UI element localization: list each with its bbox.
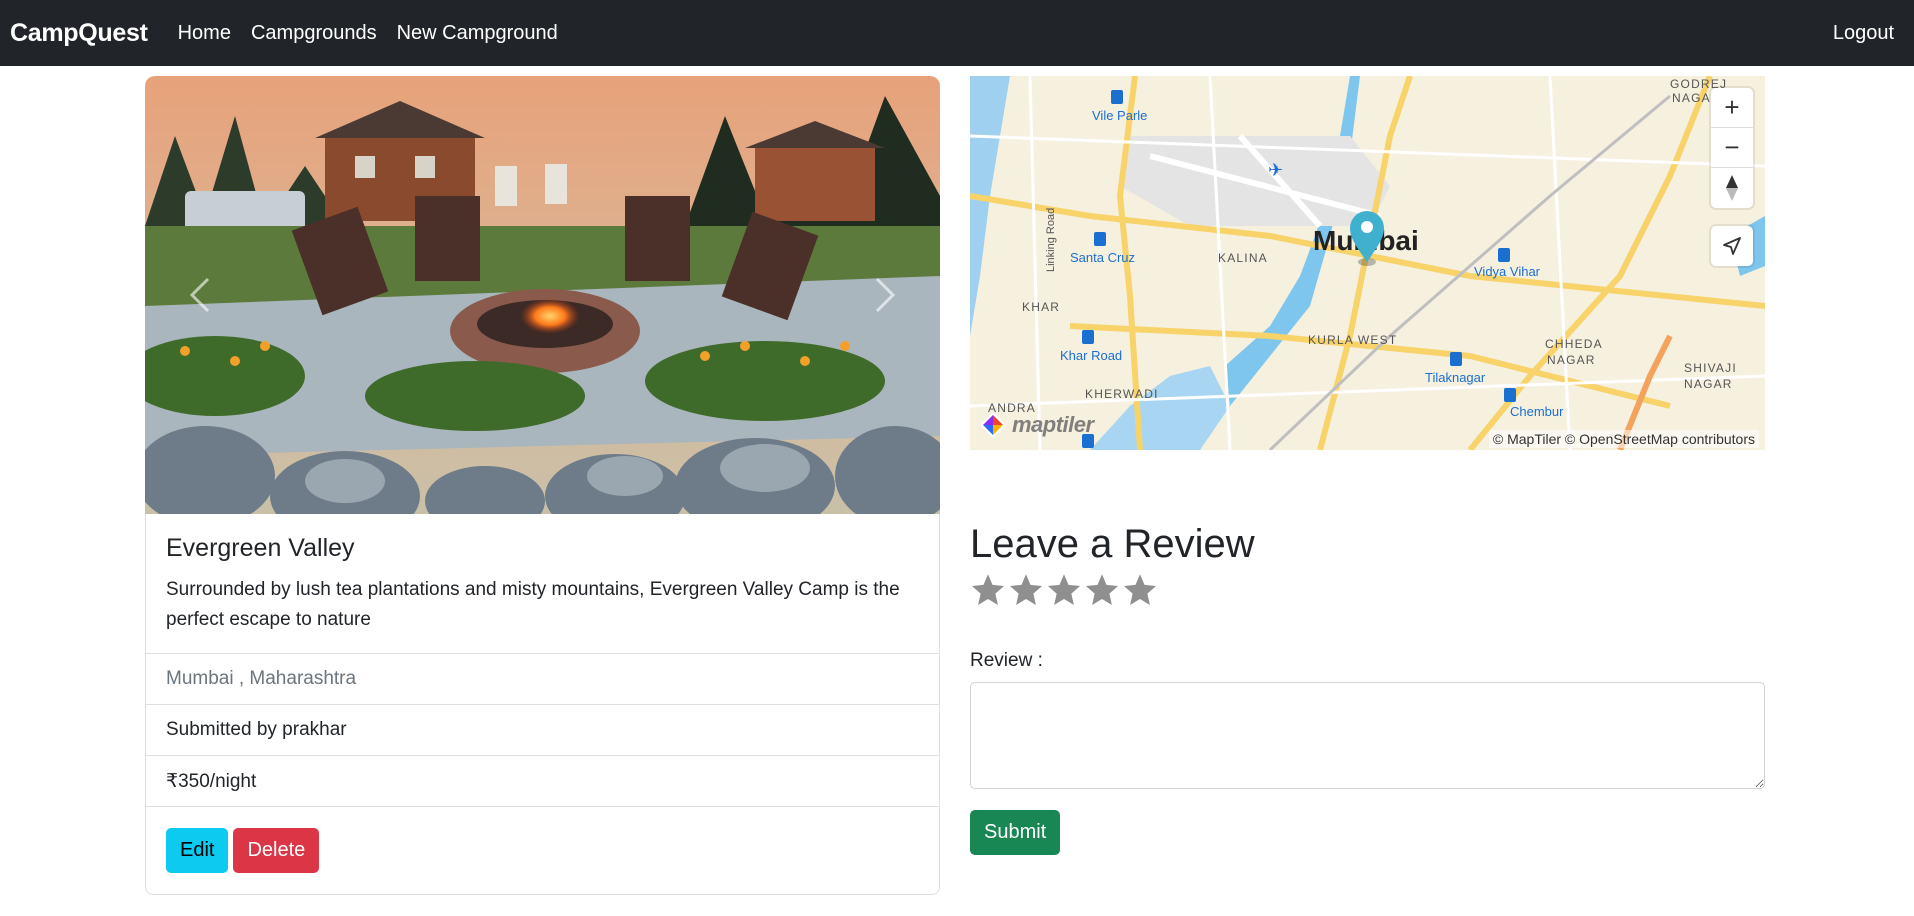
maptiler-logo[interactable]: maptiler [978,410,1094,440]
map-label-santa-cruz: Santa Cruz [1070,250,1135,265]
map-label-shivaji-nagar: NAGAR [1684,377,1733,391]
campground-description: Surrounded by lush tea plantations and m… [166,579,900,630]
zoom-in-button[interactable]: + [1711,88,1753,128]
carousel-prev-button[interactable] [145,76,255,514]
map-label-godrej-naga: NAGA [1672,91,1711,105]
star-icon[interactable] [1122,572,1158,608]
campground-photo [145,76,940,514]
zoom-out-button[interactable]: − [1711,128,1753,168]
map-label-vile-parle: Vile Parle [1092,108,1147,123]
campground-location: Mumbai , Maharashtra [146,653,939,704]
logout-link[interactable]: Logout [1833,22,1894,44]
nav-right: Logout [1833,22,1904,45]
campground-column: Evergreen Valley Surrounded by lush tea … [145,76,940,895]
maptiler-logo-text: maptiler [1012,412,1094,437]
campground-card: Evergreen Valley Surrounded by lush tea … [145,514,940,895]
map-label-shivaji: SHIVAJI [1684,361,1737,375]
map-label-linking-road: Linking Road [1045,208,1057,272]
map-label-vidya-vihar: Vidya Vihar [1474,264,1541,279]
map-label-tilaknagar: Tilaknagar [1425,370,1486,385]
map[interactable]: Vile Parle Santa Cruz Khar Road Vidya Vi… [970,76,1765,450]
map-label-kurla-west: KURLA WEST [1308,333,1397,347]
chevron-left-icon [189,277,210,313]
campground-price: ₹350/night [146,755,939,806]
nav-campgrounds-link[interactable]: Campgrounds [251,22,377,45]
map-label-chheda: CHHEDA [1545,337,1603,351]
map-review-column: Vile Parle Santa Cruz Khar Road Vidya Vi… [970,76,1765,855]
map-label-khar-road: Khar Road [1060,348,1122,363]
image-carousel [145,76,940,514]
map-label-chheda-nagar: NAGAR [1547,353,1596,367]
review-textarea[interactable] [970,682,1765,789]
campground-title: Evergreen Valley [166,534,355,562]
map-label-khar: KHAR [1022,300,1060,314]
card-actions: Edit Delete [146,806,939,894]
nav-new-campground-link[interactable]: New Campground [397,22,558,45]
map-label-kalina: KALINA [1218,251,1268,265]
review-heading: Leave a Review [970,522,1255,566]
geolocate-button[interactable] [1711,226,1753,266]
star-icon[interactable] [1008,572,1044,608]
svg-text:✈: ✈ [1268,160,1283,180]
campground-author: Submitted by prakhar [146,704,939,755]
brand-link[interactable]: CampQuest [10,19,148,48]
compass-button[interactable] [1711,168,1753,208]
navigation-arrow-icon [1723,237,1741,255]
map-canvas[interactable]: Vile Parle Santa Cruz Khar Road Vidya Vi… [970,76,1765,450]
star-icon[interactable] [970,572,1006,608]
star-rating[interactable] [970,572,1765,608]
maptiler-logo-icon [980,412,1006,438]
submit-review-button[interactable]: Submit [970,810,1061,855]
submit-wrap: Submit [970,810,1765,855]
map-label-kherwadi: KHERWADI [1085,387,1159,401]
star-icon[interactable] [1046,572,1082,608]
carousel-next-button[interactable] [830,76,940,514]
edit-button[interactable]: Edit [166,828,229,873]
map-attribution[interactable]: © MapTiler © OpenStreetMap contributors [1488,430,1759,448]
chevron-right-icon [875,277,896,313]
star-icon[interactable] [1084,572,1120,608]
review-label: Review : [970,650,1043,671]
map-label-chembur: Chembur [1510,404,1564,419]
map-controls: + − [1711,88,1753,208]
navbar: CampQuest Home Campgrounds New Campgroun… [0,0,1914,66]
delete-button[interactable]: Delete [233,828,320,873]
card-body: Evergreen Valley Surrounded by lush tea … [146,514,939,653]
compass-icon [1726,175,1738,201]
nav-home-link[interactable]: Home [178,22,231,45]
